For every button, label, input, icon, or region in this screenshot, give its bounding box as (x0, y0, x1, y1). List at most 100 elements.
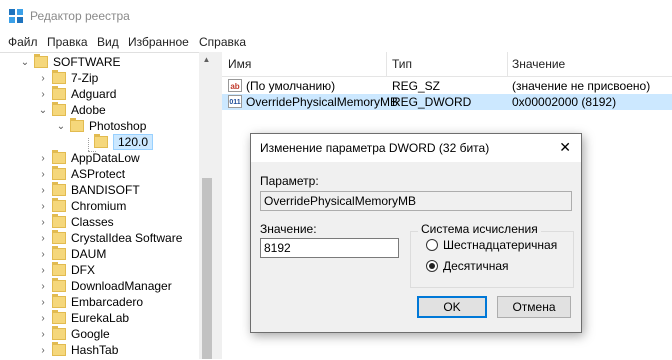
tree-item-label: SOFTWARE (53, 55, 121, 69)
tree-item-downloadmanager[interactable]: › DownloadManager (38, 278, 172, 294)
tree-item-label: DownloadManager (71, 279, 172, 293)
list-row[interactable]: ab (По умолчанию) REG_SZ (значение не пр… (222, 78, 672, 94)
folder-icon (52, 182, 66, 196)
tree-item-software[interactable]: ⌄ SOFTWARE (20, 54, 121, 70)
tree-item-label: AppDataLow (71, 151, 140, 165)
tree-item-adguard[interactable]: › Adguard (38, 86, 116, 102)
list-header: Имя Тип Значение (222, 52, 672, 77)
tree-item-dfx[interactable]: › DFX (38, 262, 95, 278)
tree-item-asprotect[interactable]: › ASProtect (38, 166, 125, 182)
tree-item-daum[interactable]: › DAUM (38, 246, 106, 262)
registry-tree[interactable]: ⌄ SOFTWARE › 7-Zip › Adguard ⌄ Adobe ⌄ P… (0, 52, 214, 360)
radio-decimal[interactable]: Десятичная (426, 259, 509, 273)
tree-item-120[interactable]: 120.0 (80, 134, 154, 150)
menu-favorites[interactable]: Избранное (128, 35, 189, 49)
chevron-right-icon[interactable]: › (38, 313, 48, 324)
close-icon[interactable]: ✕ (559, 139, 571, 156)
folder-icon (52, 102, 66, 116)
tree-scrollbar-thumb[interactable] (202, 178, 212, 359)
folder-icon (34, 54, 48, 68)
tree-item-crystalidea[interactable]: › CrystalIdea Software (38, 230, 182, 246)
value-type: REG_DWORD (392, 95, 472, 109)
cancel-button[interactable]: Отмена (497, 296, 571, 318)
tree-item-hashtab[interactable]: › HashTab (38, 342, 118, 358)
column-separator[interactable] (507, 52, 508, 76)
folder-icon (52, 294, 66, 308)
tree-item-7zip[interactable]: › 7-Zip (38, 70, 98, 86)
tree-item-appdatalow[interactable]: › AppDataLow (38, 150, 140, 166)
chevron-right-icon[interactable]: › (38, 297, 48, 308)
column-header-type[interactable]: Тип (392, 57, 412, 71)
folder-icon (52, 230, 66, 244)
chevron-right-icon[interactable]: › (38, 185, 48, 196)
tree-item-label: Adguard (71, 87, 117, 101)
folder-icon (52, 214, 66, 228)
menu-edit[interactable]: Правка (47, 35, 88, 49)
chevron-right-icon[interactable]: › (38, 249, 48, 260)
tree-item-label: BANDISOFT (71, 183, 140, 197)
tree-item-label: Chromium (71, 199, 127, 213)
tree-item-label: 7-Zip (71, 71, 99, 85)
chevron-right-icon[interactable]: › (38, 201, 48, 212)
radio-button-checked-icon[interactable] (426, 260, 438, 272)
ok-button[interactable]: OK (417, 296, 487, 318)
value-name: OverridePhysicalMemoryMB (246, 95, 399, 109)
radio-button-icon[interactable] (426, 239, 438, 251)
folder-icon (70, 118, 84, 132)
chevron-right-icon[interactable]: › (38, 217, 48, 228)
radio-hexadecimal[interactable]: Шестнадцатеричная (426, 238, 557, 252)
dword-value-icon: 011 (228, 95, 242, 108)
title-bar: Редактор реестра (0, 0, 672, 32)
tree-item-google[interactable]: › Google (38, 326, 110, 342)
folder-icon (94, 134, 108, 148)
column-header-name[interactable]: Имя (228, 57, 251, 71)
folder-icon (52, 310, 66, 324)
chevron-right-icon[interactable]: › (38, 265, 48, 276)
tree-item-embarcadero[interactable]: › Embarcadero (38, 294, 143, 310)
folder-icon (52, 278, 66, 292)
chevron-right-icon[interactable]: › (38, 169, 48, 180)
chevron-right-icon[interactable]: › (38, 329, 48, 340)
value-data: (значение не присвоено) (512, 79, 651, 93)
value-data: 0x00002000 (8192) (512, 95, 617, 109)
param-name-field[interactable] (260, 191, 572, 211)
folder-icon (52, 246, 66, 260)
tree-item-label: EurekaLab (71, 311, 130, 325)
menu-view[interactable]: Вид (97, 35, 119, 49)
tree-item-classes[interactable]: › Classes (38, 214, 114, 230)
value-name: (По умолчанию) (246, 79, 336, 93)
chevron-right-icon[interactable]: › (38, 233, 48, 244)
tree-item-photoshop[interactable]: ⌄ Photoshop (56, 118, 146, 134)
folder-icon (52, 326, 66, 340)
column-separator[interactable] (386, 52, 387, 76)
tree-item-adobe[interactable]: ⌄ Adobe (38, 102, 106, 118)
chevron-down-icon[interactable]: ⌄ (56, 121, 66, 132)
chevron-right-icon[interactable]: › (38, 153, 48, 164)
tree-item-label: Classes (71, 215, 114, 229)
tree-item-label: CrystalIdea Software (71, 231, 183, 245)
menu-help[interactable]: Справка (199, 35, 246, 49)
value-label: Значение: (260, 222, 317, 236)
tree-item-bandisoft[interactable]: › BANDISOFT (38, 182, 140, 198)
scroll-up-arrow-icon[interactable]: ▲ (199, 53, 214, 67)
pane-splitter[interactable] (214, 52, 222, 359)
chevron-down-icon[interactable]: ⌄ (38, 105, 48, 116)
edit-dword-dialog: Изменение параметра DWORD (32 бита) ✕ Па… (250, 133, 582, 333)
chevron-right-icon[interactable]: › (38, 281, 48, 292)
chevron-right-icon[interactable]: › (38, 73, 48, 84)
value-input[interactable] (260, 238, 399, 258)
chevron-right-icon[interactable]: › (38, 89, 48, 100)
tree-item-label: Photoshop (89, 119, 147, 133)
tree-item-eurekalab[interactable]: › EurekaLab (38, 310, 129, 326)
param-label: Параметр: (260, 174, 319, 188)
menu-file[interactable]: Файл (8, 35, 38, 49)
tree-item-label: DAUM (71, 247, 107, 261)
tree-item-chromium[interactable]: › Chromium (38, 198, 126, 214)
column-header-value[interactable]: Значение (512, 57, 565, 71)
list-row[interactable]: 011 OverridePhysicalMemoryMB REG_DWORD 0… (222, 94, 672, 110)
chevron-down-icon[interactable]: ⌄ (20, 57, 30, 68)
chevron-right-icon[interactable]: › (38, 345, 48, 356)
tree-item-label: Adobe (71, 103, 106, 117)
radio-label: Шестнадцатеричная (443, 238, 558, 252)
menu-bar: Файл Правка Вид Избранное Справка (0, 32, 672, 52)
